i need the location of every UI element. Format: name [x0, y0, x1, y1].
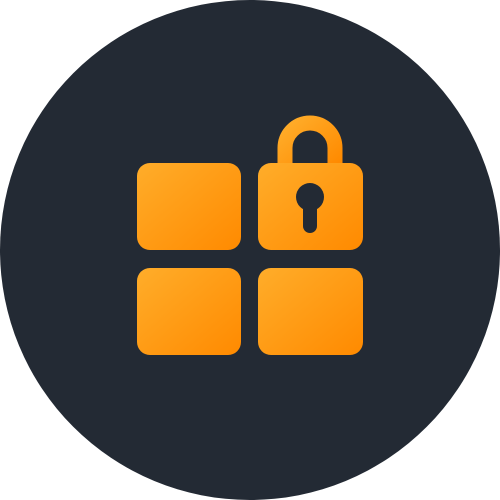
app-icon-container	[0, 0, 500, 500]
background-circle	[0, 0, 500, 500]
tile-top-left	[137, 163, 241, 250]
tile-bottom-left	[137, 268, 241, 355]
tile-bottom-right	[258, 268, 363, 355]
keyhole-slot	[303, 200, 317, 233]
windows-lock-icon	[0, 0, 500, 500]
